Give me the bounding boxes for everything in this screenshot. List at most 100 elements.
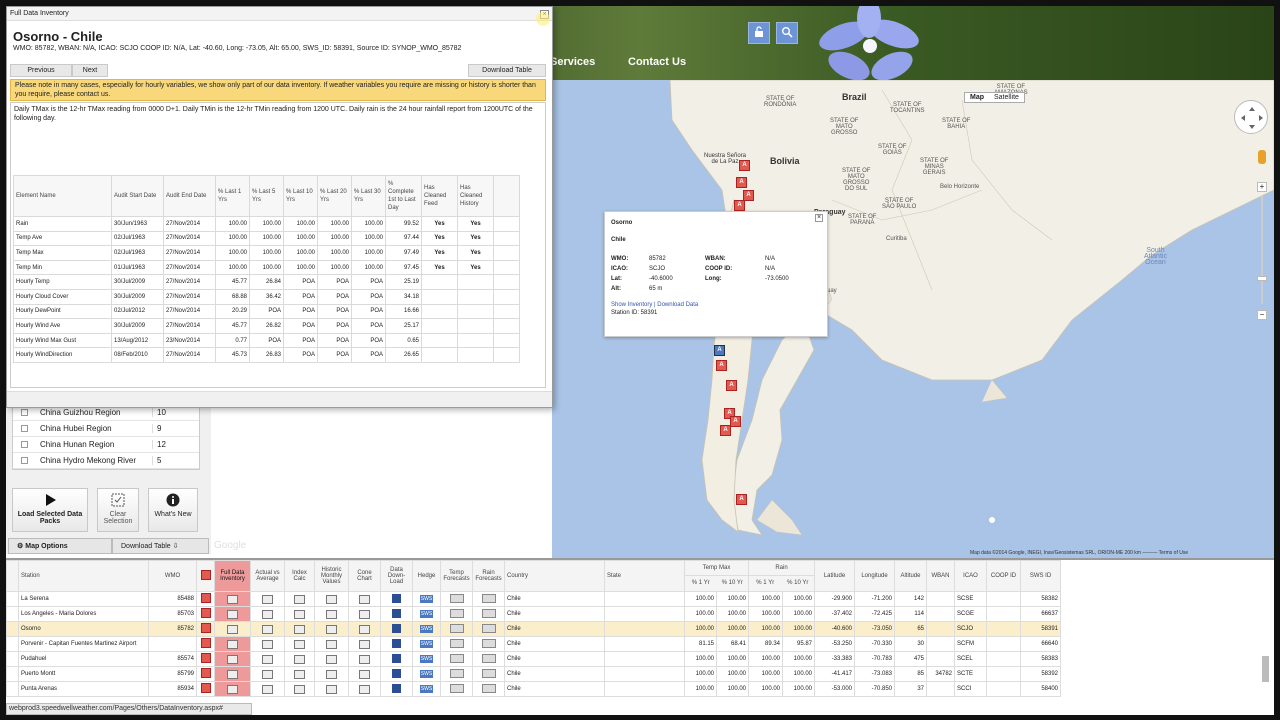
- historic-monthly-cell[interactable]: [314, 651, 349, 667]
- col-full-data-inventory[interactable]: Full Data Inventory: [214, 560, 251, 592]
- col-actual-vs-average[interactable]: Actual vs Average: [250, 560, 285, 592]
- col-rain-forecasts[interactable]: Rain Forecasts: [472, 560, 505, 592]
- checkbox[interactable]: [21, 425, 28, 432]
- col-rain-1yr[interactable]: % 1 Yr: [750, 576, 782, 591]
- col-last-5[interactable]: % Last 5 Yrs: [249, 175, 284, 217]
- map-type-satellite[interactable]: Satellite: [989, 93, 1024, 102]
- row-selector[interactable]: [6, 621, 19, 637]
- whats-new-button[interactable]: What's New: [148, 488, 198, 532]
- hedge-cell[interactable]: SWS: [412, 606, 441, 622]
- table-row[interactable]: La Serena 85488 SWS Chile 100.00 100.00 100.00…: [6, 591, 1061, 607]
- list-item[interactable]: China Hubei Region 9: [13, 421, 199, 437]
- table-row[interactable]: Puerto Montt 85799 SWS Chile 100.00 100.00 100…: [6, 666, 1061, 682]
- inventory-row[interactable]: Temp Min 01/Jul/1963 27/Nov/2014 100.00 100.…: [13, 259, 520, 276]
- row-selector[interactable]: [6, 651, 19, 667]
- data-download-cell[interactable]: [380, 636, 413, 652]
- col-state[interactable]: State: [604, 560, 685, 592]
- col-temp-1yr[interactable]: % 1 Yr: [686, 576, 717, 591]
- full-data-inventory-cell[interactable]: [214, 636, 251, 652]
- index-calc-cell[interactable]: [284, 636, 315, 652]
- station-marker[interactable]: A: [716, 360, 727, 371]
- nav-contact-us[interactable]: Contact Us: [628, 56, 686, 68]
- historic-monthly-cell[interactable]: [314, 591, 349, 607]
- col-wban[interactable]: WBAN: [926, 560, 955, 592]
- col-complete[interactable]: % Complete 1st to Last Day: [385, 175, 422, 217]
- col-last-1[interactable]: % Last 1 Yrs: [215, 175, 250, 217]
- info-links[interactable]: Show Inventory | Download Data: [611, 302, 821, 308]
- col-country[interactable]: Country: [504, 560, 605, 592]
- map-attribution[interactable]: Map data ©2014 Google, INEGI, Inav/Geosi…: [970, 550, 1188, 556]
- row-selector[interactable]: [6, 591, 19, 607]
- full-data-inventory-cell[interactable]: [214, 666, 251, 682]
- station-marker[interactable]: A: [734, 200, 745, 211]
- station-marker[interactable]: A: [739, 160, 750, 171]
- actual-vs-average-cell[interactable]: [250, 666, 285, 682]
- rain-forecast-cell[interactable]: [472, 666, 505, 682]
- col-last-10[interactable]: % Last 10 Yrs: [283, 175, 318, 217]
- row-selector[interactable]: [6, 666, 19, 682]
- tab-map-options[interactable]: ⚙ Map Options: [8, 538, 112, 554]
- col-cleaned-history[interactable]: Has Cleaned History: [457, 175, 494, 217]
- full-data-inventory-cell[interactable]: [214, 606, 251, 622]
- row-selector[interactable]: [6, 681, 19, 697]
- index-calc-cell[interactable]: [284, 666, 315, 682]
- index-calc-cell[interactable]: [284, 651, 315, 667]
- historic-monthly-cell[interactable]: [314, 666, 349, 682]
- col-index-calc[interactable]: Index Calc: [284, 560, 315, 592]
- marker-cell[interactable]: [196, 681, 215, 697]
- inventory-row[interactable]: Hourly Temp 30/Jul/2009 27/Nov/2014 45.77 26…: [13, 274, 520, 290]
- table-row[interactable]: Pudahuel 85574 SWS Chile 100.00 100.00 100.00 1…: [6, 651, 1061, 667]
- col-coop-id[interactable]: COOP ID: [986, 560, 1021, 592]
- marker-cell[interactable]: [196, 636, 215, 652]
- full-data-inventory-cell[interactable]: [214, 681, 251, 697]
- next-button[interactable]: Next: [72, 64, 108, 77]
- hedge-cell[interactable]: SWS: [412, 651, 441, 667]
- inventory-row[interactable]: Hourly DewPoint 02/Jul/2012 27/Nov/2014 20.…: [13, 303, 520, 320]
- row-selector[interactable]: [6, 636, 19, 652]
- historic-monthly-cell[interactable]: [314, 621, 349, 637]
- inventory-row[interactable]: Temp Max 02/Jul/1963 27/Nov/2014 100.00 100.…: [13, 245, 520, 261]
- hedge-cell[interactable]: SWS: [412, 681, 441, 697]
- table-row[interactable]: Punta Arenas 85934 SWS Chile 100.00 100.00 100…: [6, 681, 1061, 697]
- col-element-name[interactable]: Element Name: [13, 175, 112, 217]
- previous-button[interactable]: Previous: [10, 64, 72, 77]
- inventory-row[interactable]: Temp Ave 02/Jul/1963 27/Nov/2014 100.00 100.…: [13, 230, 520, 247]
- hedge-cell[interactable]: SWS: [412, 666, 441, 682]
- index-calc-cell[interactable]: [284, 621, 315, 637]
- col-station[interactable]: Station: [18, 560, 149, 592]
- full-data-inventory-cell[interactable]: [214, 621, 251, 637]
- data-download-cell[interactable]: [380, 621, 413, 637]
- data-download-cell[interactable]: [380, 681, 413, 697]
- data-download-cell[interactable]: [380, 591, 413, 607]
- col-latitude[interactable]: Latitude: [814, 560, 855, 592]
- temp-forecast-cell[interactable]: [440, 666, 473, 682]
- inventory-row[interactable]: Hourly Wind Ave 30/Jul/2009 27/Nov/2014 45.…: [13, 318, 520, 334]
- pegman-icon[interactable]: [1258, 150, 1266, 164]
- row-selector[interactable]: [6, 606, 19, 622]
- station-marker-selected[interactable]: A: [714, 345, 725, 356]
- table-row[interactable]: Porvenir - Capitan Fuentes Martinez Airp…: [6, 636, 1061, 652]
- historic-monthly-cell[interactable]: [314, 681, 349, 697]
- actual-vs-average-cell[interactable]: [250, 681, 285, 697]
- col-temp-10yr[interactable]: % 10 Yr: [717, 576, 748, 591]
- temp-forecast-cell[interactable]: [440, 606, 473, 622]
- temp-forecast-cell[interactable]: [440, 681, 473, 697]
- data-download-cell[interactable]: [380, 666, 413, 682]
- col-last-20[interactable]: % Last 20 Yrs: [317, 175, 352, 217]
- temp-forecast-cell[interactable]: [440, 621, 473, 637]
- cone-chart-cell[interactable]: [348, 666, 381, 682]
- col-audit-start[interactable]: Audit Start Date: [111, 175, 164, 217]
- col-temp-forecasts[interactable]: Temp Forecasts: [440, 560, 473, 592]
- cone-chart-cell[interactable]: [348, 681, 381, 697]
- col-data-download[interactable]: Data Down-Load: [380, 560, 413, 592]
- index-calc-cell[interactable]: [284, 591, 315, 607]
- load-selected-data-packs-button[interactable]: Load Selected Data Packs: [12, 488, 88, 532]
- cone-chart-cell[interactable]: [348, 636, 381, 652]
- station-marker[interactable]: A: [736, 177, 747, 188]
- zoom-slider-handle[interactable]: [1257, 276, 1267, 281]
- hedge-cell[interactable]: SWS: [412, 591, 441, 607]
- table-row[interactable]: Los Angeles - Maria Dolores 85703 SWS Chile…: [6, 606, 1061, 622]
- checkbox[interactable]: [21, 457, 28, 464]
- rain-forecast-cell[interactable]: [472, 591, 505, 607]
- zoom-out-button[interactable]: −: [1257, 310, 1267, 320]
